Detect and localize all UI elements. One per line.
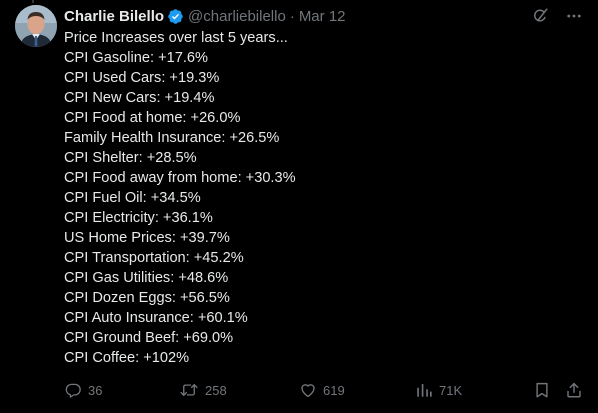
thread-connector-line	[32, 0, 34, 3]
tweet-text-line: Price Increases over last 5 years...	[64, 30, 288, 46]
separator-dot: ·	[289, 7, 295, 25]
heart-icon	[299, 381, 317, 399]
grok-icon[interactable]	[530, 6, 550, 26]
tweet-header: Charlie Bilello @charliebilello · Mar 12	[64, 6, 346, 26]
tweet-text-line: CPI New Cars: +19.4%	[64, 90, 215, 106]
more-icon[interactable]	[564, 6, 584, 26]
tweet-text-line: US Home Prices: +39.7%	[64, 230, 230, 246]
tweet-text-line: CPI Electricity: +36.1%	[64, 210, 213, 226]
bookmark-button[interactable]	[533, 380, 551, 400]
reply-icon	[64, 381, 82, 399]
avatar[interactable]	[15, 5, 57, 47]
tweet-text-line: CPI Ground Beef: +69.0%	[64, 330, 234, 346]
tweet-text-line: CPI Transportation: +45.2%	[64, 250, 244, 266]
tweet-text-line: CPI Food away from home: +30.3%	[64, 170, 296, 186]
view-count: 71K	[439, 382, 463, 398]
tweet-text-line: CPI Fuel Oil: +34.5%	[64, 190, 201, 206]
tweet-text-line: Family Health Insurance: +26.5%	[64, 130, 280, 146]
views-icon	[415, 381, 433, 399]
action-bar: 36 258 619 71K	[0, 380, 598, 400]
verified-badge-icon	[167, 8, 184, 25]
tweet-text-line: CPI Used Cars: +19.3%	[64, 70, 220, 86]
tweet-text-line: CPI Shelter: +28.5%	[64, 150, 197, 166]
tweet-text-line: CPI Gasoline: +17.6%	[64, 50, 208, 66]
reply-button[interactable]: 36	[64, 380, 102, 400]
tweet[interactable]: Charlie Bilello @charliebilello · Mar 12	[0, 0, 598, 413]
tweet-text: Price Increases over last 5 years... CPI…	[64, 28, 584, 368]
repost-count: 258	[205, 382, 227, 398]
tweet-text-line: CPI Auto Insurance: +60.1%	[64, 310, 248, 326]
like-count: 619	[323, 382, 345, 398]
reply-count: 36	[88, 382, 103, 398]
repost-icon	[179, 381, 199, 399]
avatar-photo	[15, 5, 57, 47]
repost-button[interactable]: 258	[179, 380, 227, 400]
header-actions	[530, 6, 584, 26]
tweet-text-line: CPI Gas Utilities: +48.6%	[64, 270, 229, 286]
share-icon	[565, 381, 583, 399]
share-button[interactable]	[565, 380, 583, 400]
like-button[interactable]: 619	[299, 380, 345, 400]
tweet-text-line: CPI Food at home: +26.0%	[64, 110, 241, 126]
author-name[interactable]: Charlie Bilello	[64, 8, 164, 25]
tweet-date[interactable]: Mar 12	[299, 8, 346, 25]
tweet-text-line: CPI Dozen Eggs: +56.5%	[64, 290, 230, 306]
views-button[interactable]: 71K	[415, 380, 462, 400]
bookmark-icon	[533, 381, 551, 399]
tweet-text-line: CPI Coffee: +102%	[64, 350, 190, 366]
author-handle[interactable]: @charliebilello	[188, 8, 286, 25]
